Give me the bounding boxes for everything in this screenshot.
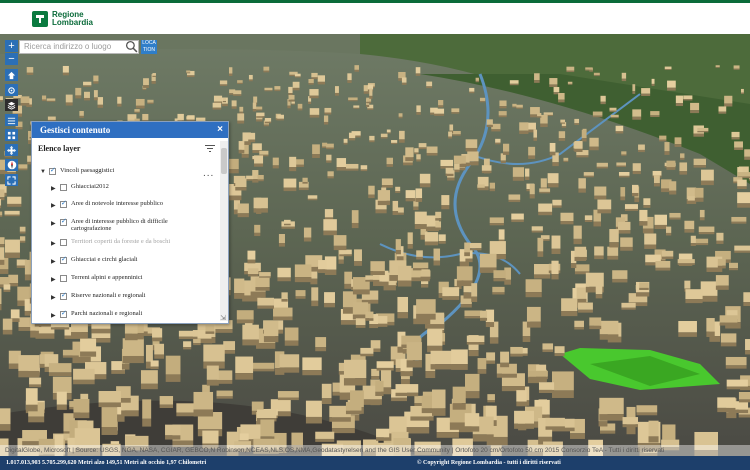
layer-label: Riserve nazionali e regionali — [71, 292, 211, 299]
layer-expand-icon[interactable]: ▶ — [51, 312, 58, 319]
group-label: Vincoli paesaggistici — [60, 167, 115, 174]
app-header: Regione Lombardia — [0, 0, 750, 37]
layer-expand-icon[interactable]: ▶ — [51, 202, 58, 209]
layer-label: Aree di notevole interesse pubblico — [71, 200, 211, 207]
layers-icon — [7, 101, 16, 110]
layer-checkbox[interactable] — [60, 184, 67, 191]
grid-icon — [7, 131, 16, 139]
layer-checkbox[interactable] — [60, 199, 67, 208]
location-button[interactable]: LOCA TION — [141, 40, 157, 54]
zoom-in-button[interactable]: + — [5, 40, 18, 52]
home-button[interactable] — [5, 69, 18, 81]
layer-label-line: Parchi nazionali e regionali — [71, 310, 143, 317]
location-label-1: LOCA — [142, 40, 156, 46]
location-label-2: TION — [143, 47, 155, 53]
layer-label: Terreni alpini e appenninici — [71, 274, 211, 281]
layer-label: Parchi nazionali e regionali — [71, 310, 211, 317]
layer-label: Aree di interesse pubblico di difficile c… — [71, 218, 211, 232]
home-icon — [7, 71, 16, 79]
layer-label-line: Ghiacciai2012 — [71, 183, 109, 190]
grid-button[interactable] — [5, 129, 18, 141]
fullscreen-icon — [7, 175, 16, 185]
group-checkbox[interactable] — [49, 166, 56, 175]
logo-region: Lombardia — [52, 18, 93, 27]
layer-label: Ghiacciai2012 — [71, 183, 211, 190]
search-placeholder: Ricerca indirizzo o luogo — [24, 42, 112, 51]
map-attribution: DigitalGlobe, Microsoft | Source: USGS, … — [0, 445, 750, 456]
layer-label-line: cartografazione — [71, 225, 112, 232]
search-icon[interactable] — [125, 40, 138, 53]
layer-label: Territori coperti da foreste e da boschi — [71, 238, 211, 245]
locate-button[interactable] — [5, 84, 18, 96]
layer-label-line: Ghiacciai e circhi glaciali — [71, 256, 138, 263]
layers-button[interactable] — [5, 99, 18, 111]
layer-checkbox[interactable] — [60, 239, 67, 246]
resize-icon[interactable]: ⇲ — [220, 314, 226, 322]
layer-label: Ghiacciai e circhi glaciali — [71, 256, 211, 263]
scroll-thumb[interactable] — [221, 148, 227, 174]
layer-label-line: Aree di interesse pubblico di difficile — [71, 218, 168, 225]
layer-label-line: Aree di notevole interesse pubblico — [71, 200, 164, 207]
compass-button[interactable] — [5, 159, 18, 171]
locate-icon — [8, 86, 15, 94]
close-icon[interactable]: × — [217, 122, 223, 138]
zoom-out-button[interactable]: − — [5, 53, 18, 65]
regione-logo-icon — [32, 11, 48, 27]
list-button[interactable] — [5, 114, 18, 126]
layer-checkbox[interactable] — [60, 217, 67, 226]
list-icon — [7, 117, 16, 124]
layer-expand-icon[interactable]: ▶ — [51, 185, 58, 192]
fullscreen-button[interactable] — [5, 174, 18, 186]
footer-bar: 1.017.013,903 5.705.299,620 Metri alzo 1… — [0, 456, 750, 470]
compass-icon — [7, 160, 16, 170]
panel-header: Gestisci contenuto × — [32, 122, 228, 138]
layer-expand-icon[interactable]: ▶ — [51, 276, 58, 283]
pan-icon — [7, 145, 16, 155]
layer-label-line: Riserve nazionali e regionali — [71, 292, 146, 299]
content-panel: Gestisci contenuto × Elenco layer ▼ Vinc… — [31, 121, 229, 324]
layer-expand-icon[interactable]: ▶ — [51, 258, 58, 265]
panel-scrollbar[interactable] — [220, 141, 228, 321]
layer-label-line: Terreni alpini e appenninici — [71, 274, 143, 281]
copyright-text: © Copyright Regione Lombardia - tutti i … — [417, 460, 561, 466]
search-input[interactable]: Ricerca indirizzo o luogo — [19, 40, 139, 54]
panel-title: Gestisci contenuto — [40, 125, 111, 135]
layer-expand-icon[interactable]: ▶ — [51, 220, 58, 227]
logo-text: Regione Lombardia — [52, 11, 93, 27]
pan-button[interactable] — [5, 144, 18, 156]
coordinate-readout: 1.017.013,903 5.705.299,620 Metri alzo 1… — [6, 460, 207, 466]
group-menu-icon[interactable]: ... — [203, 168, 214, 179]
filter-icon[interactable] — [204, 144, 216, 154]
layer-list-title: Elenco layer — [38, 144, 81, 153]
layer-checkbox[interactable] — [60, 275, 67, 282]
layer-expand-icon[interactable]: ▶ — [51, 240, 58, 247]
layer-checkbox[interactable] — [60, 255, 67, 264]
layer-checkbox[interactable] — [60, 291, 67, 300]
layer-expand-icon[interactable]: ▶ — [51, 294, 58, 301]
layer-label-line: Territori coperti da foreste e da boschi — [71, 238, 171, 245]
layer-checkbox[interactable] — [60, 309, 67, 318]
regione-lombardia-logo[interactable]: Regione Lombardia — [32, 9, 93, 29]
group-collapse-icon[interactable]: ▼ — [40, 169, 47, 175]
